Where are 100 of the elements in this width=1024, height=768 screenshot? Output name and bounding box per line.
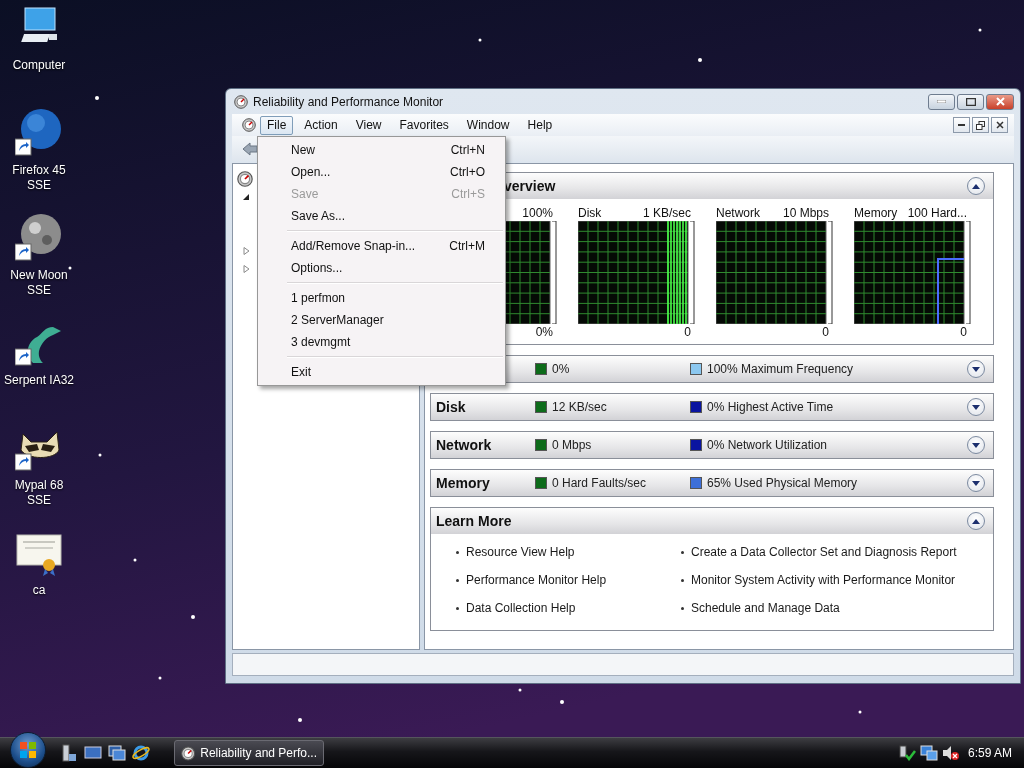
desktop-icon-label[interactable]: Mypal 68 SSE — [1, 478, 77, 508]
bullet-icon — [681, 606, 684, 610]
resource-detail: 100% Maximum Frequency — [707, 362, 854, 376]
graph-title: Disk — [578, 206, 602, 220]
resource-title: Network — [436, 437, 492, 453]
legend-swatch — [535, 477, 547, 489]
windows-logo-icon — [19, 741, 37, 759]
minimize-icon — [958, 124, 965, 126]
globe-icon[interactable] — [15, 109, 63, 157]
gauge-icon — [242, 118, 256, 132]
graph-min-label: 0% — [535, 325, 553, 339]
resource-title: Disk — [436, 399, 466, 415]
clock[interactable]: 6:59 AM — [967, 746, 1012, 760]
expand-icon — [972, 442, 980, 448]
restore-button[interactable] — [972, 117, 989, 133]
help-link[interactable]: Resource View Help — [466, 545, 575, 559]
expand-icon — [972, 404, 980, 410]
bullet-icon — [456, 550, 459, 554]
close-icon — [995, 97, 1005, 106]
help-link[interactable]: Monitor System Activity with Performance Monitor — [691, 573, 956, 587]
maximize-button[interactable] — [957, 93, 984, 110]
desktop-icon-label[interactable]: New Moon SSE — [1, 268, 77, 298]
menu-item[interactable]: Window — [459, 115, 517, 135]
resource-value: 0 Mbps — [552, 438, 592, 452]
bullet-icon — [456, 606, 459, 610]
graph-min-label: 0 — [822, 325, 829, 339]
collapse-icon — [972, 183, 980, 189]
gauge-icon — [234, 94, 248, 109]
resource-detail: 0% Network Utilization — [707, 438, 828, 452]
section-title: verview — [504, 178, 556, 194]
menu-option[interactable]: 2 ServerManager — [260, 309, 503, 331]
help-link[interactable]: Performance Monitor Help — [466, 573, 607, 587]
minimize-icon — [937, 100, 946, 103]
maximize-icon — [965, 97, 976, 106]
help-link[interactable]: Data Collection Help — [466, 601, 576, 615]
legend-swatch — [535, 363, 547, 375]
bullet-icon — [681, 550, 684, 554]
network-icon[interactable] — [897, 745, 916, 761]
desktop-icon-label[interactable]: ca — [32, 583, 46, 598]
close-button[interactable] — [991, 117, 1008, 133]
menu-item[interactable]: Action — [297, 115, 345, 135]
resource-value: 0% — [552, 362, 570, 376]
speaker-muted-icon[interactable] — [941, 745, 960, 761]
collapsed-arrow-icon[interactable] — [243, 265, 250, 273]
graph-max-label: 100% — [522, 206, 553, 220]
menu-option[interactable]: Open... Ctrl+O — [260, 161, 503, 183]
menu-item[interactable]: Help — [520, 115, 560, 135]
menu-option[interactable]: Add/Remove Snap-in... Ctrl+M — [260, 235, 503, 257]
bullet-icon — [456, 578, 459, 582]
graph-title: Memory — [854, 206, 898, 220]
desktop-icon-label[interactable]: Firefox 45 SSE — [1, 163, 77, 193]
minimize-button[interactable] — [953, 117, 970, 133]
expand-icon — [972, 480, 980, 486]
menu-option[interactable]: 3 devmgmt — [260, 331, 503, 353]
taskbar-button[interactable]: Reliability and Perfo... — [174, 740, 324, 766]
resource-value: 0 Hard Faults/sec — [552, 476, 647, 490]
moon-icon[interactable] — [15, 214, 63, 262]
gauge-icon — [237, 171, 253, 187]
legend-swatch — [535, 439, 547, 451]
help-link[interactable]: Schedule and Manage Data — [691, 601, 840, 615]
expand-button[interactable] — [967, 474, 985, 492]
menu-option[interactable]: 1 perfmon — [260, 287, 503, 309]
display-icon[interactable] — [919, 745, 938, 761]
bullet-icon — [681, 578, 684, 582]
window-title: Reliability and Performance Monitor — [253, 94, 444, 109]
desktop-icon-label[interactable]: Computer — [12, 58, 66, 73]
graph-min-label: 0 — [684, 325, 691, 339]
resource-detail: 65% Used Physical Memory — [707, 476, 858, 490]
menu-item[interactable]: Favorites — [392, 115, 456, 135]
section-title: Learn More — [436, 513, 512, 529]
expand-button[interactable] — [967, 360, 985, 378]
expand-button[interactable] — [967, 398, 985, 416]
graph-max-label: 100 Hard... — [907, 206, 967, 220]
desktop-icon-label[interactable]: Serpent IA32 — [3, 373, 75, 388]
expand-icon — [972, 366, 980, 372]
legend-swatch — [535, 401, 547, 413]
restore-icon — [976, 120, 985, 130]
switch-windows-icon[interactable] — [106, 742, 128, 764]
gauge-icon — [181, 745, 196, 761]
graph-max-label: 10 Mbps — [782, 206, 829, 220]
collapse-icon — [972, 518, 980, 524]
menu-option[interactable]: Exit — [260, 361, 503, 383]
collapse-button[interactable] — [967, 512, 985, 530]
collapsed-arrow-icon[interactable] — [243, 247, 250, 255]
menu-option[interactable]: Save As... — [260, 205, 503, 227]
back-button[interactable] — [242, 141, 258, 156]
menu-item[interactable]: View — [348, 115, 389, 135]
menu-option[interactable]: Options... — [260, 257, 503, 279]
expand-button[interactable] — [967, 436, 985, 454]
graph-title: Network — [716, 206, 760, 220]
resource-title: Memory — [436, 475, 490, 491]
resource-detail: 0% Highest Active Time — [707, 400, 834, 414]
expanded-arrow-icon[interactable] — [243, 193, 250, 201]
graph-min-label: 0 — [960, 325, 967, 339]
start-button[interactable] — [10, 732, 46, 768]
menu-item[interactable]: File — [260, 115, 294, 135]
close-icon — [995, 121, 1004, 129]
collapse-button[interactable] — [967, 177, 985, 195]
graph-max-label: 1 KB/sec — [642, 206, 691, 220]
help-link[interactable]: Create a Data Collector Set and Diagnosis Report — [691, 545, 957, 559]
